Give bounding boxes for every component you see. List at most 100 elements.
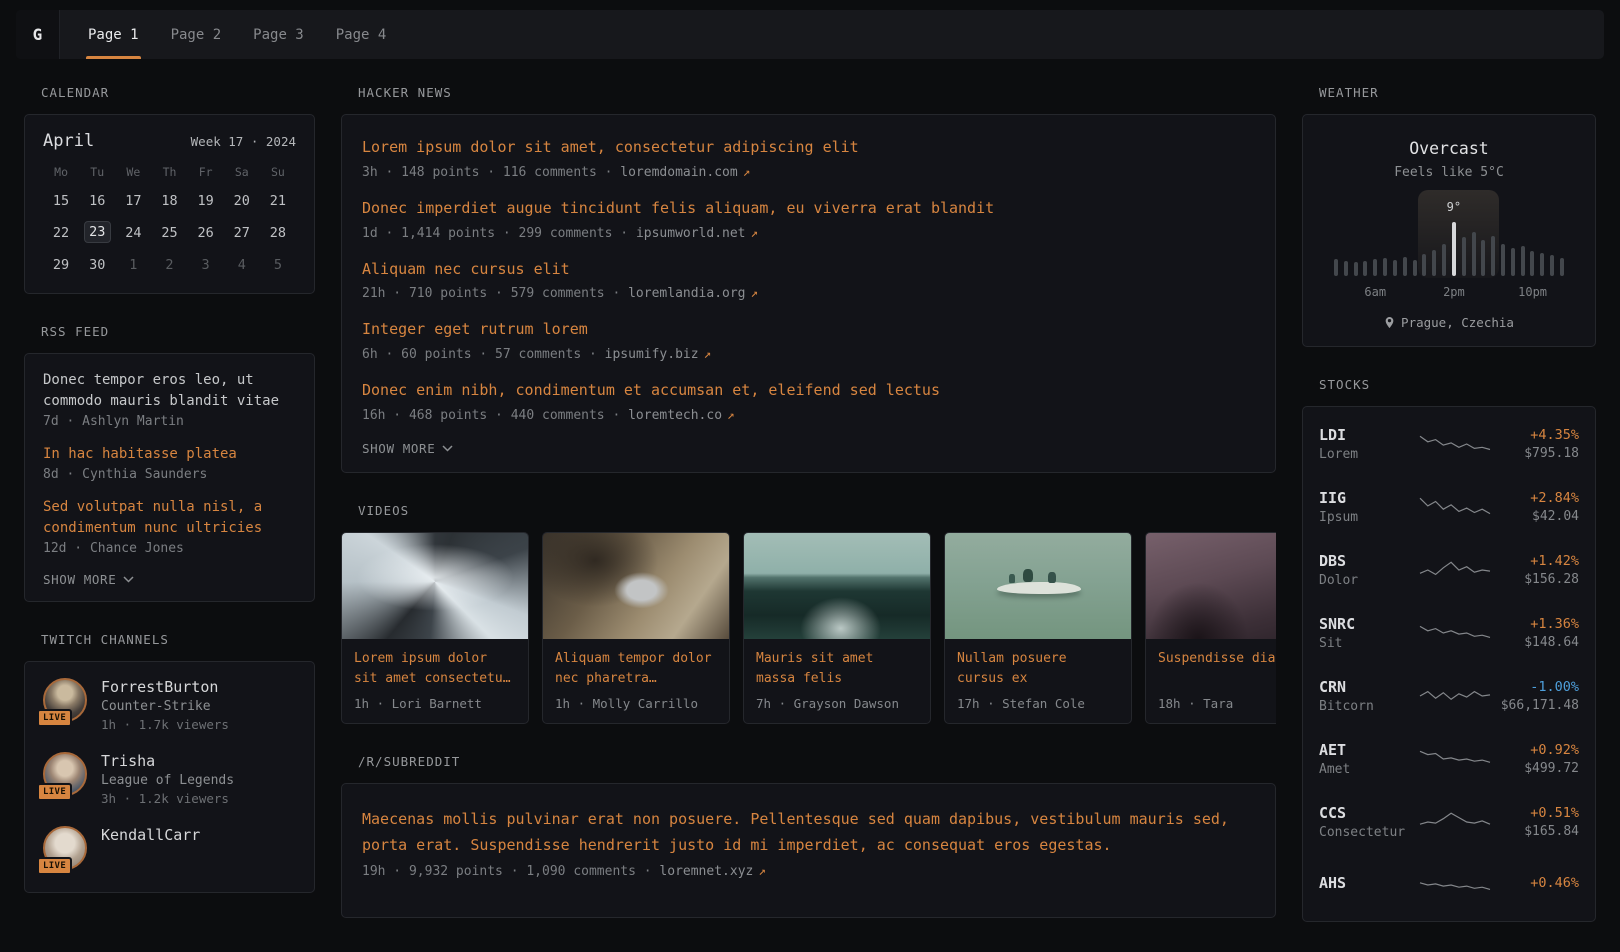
post-meta: 6h · 60 points · 57 comments · ipsumify.… — [362, 346, 1255, 362]
stock-ticker: AHS — [1319, 874, 1419, 892]
calendar-day: 21 — [264, 189, 291, 211]
stock-name: Amet — [1319, 762, 1419, 777]
post-title[interactable]: Maecenas mollis pulvinar erat non posuer… — [362, 810, 1229, 854]
post-meta-text: 21h · 710 points · 579 comments · — [362, 286, 628, 301]
page-tab[interactable]: Page 4 — [334, 10, 389, 59]
post-meta: 19h · 9,932 points · 1,090 comments · lo… — [362, 863, 1255, 879]
calendar-day: 5 — [264, 253, 291, 275]
weather-bar — [1344, 261, 1348, 276]
post-domain[interactable]: loremtech.co — [628, 408, 722, 423]
post-meta-text: 1d · 1,414 points · 299 comments · — [362, 226, 636, 241]
post-meta: 16h · 468 points · 440 comments · loremt… — [362, 407, 1255, 423]
rss-list: Donec tempor eros leo, ut commodo mauris… — [43, 370, 296, 556]
stock-row[interactable]: AHS +0.46% — [1319, 853, 1579, 916]
twitch-channel[interactable]: LIVE KendallCarr — [43, 826, 296, 870]
live-badge: LIVE — [37, 857, 72, 875]
video-card[interactable]: Aliquam tempor dolor nec pharetra… 1h · … — [542, 532, 730, 724]
video-card[interactable]: Mauris sit amet massa felis 7h · Grayson… — [743, 532, 931, 724]
stock-ticker: IIG — [1319, 489, 1419, 507]
calendar-day: 16 — [84, 189, 111, 211]
rss-show-more-button[interactable]: SHOW MORE — [43, 572, 134, 587]
video-title: Lorem ipsum dolor sit amet consectetu… — [354, 649, 516, 689]
rss-widget: RSS FEED Donec tempor eros leo, ut commo… — [24, 324, 315, 602]
app-logo[interactable]: G — [16, 10, 60, 59]
weather-bar — [1501, 244, 1505, 276]
calendar-day: 30 — [84, 253, 111, 275]
hackernews-widget: HACKER NEWS Lorem ipsum dolor sit amet, … — [341, 85, 1276, 473]
page-tab[interactable]: Page 1 — [86, 10, 141, 59]
weather-location: Prague, Czechia — [1401, 315, 1514, 330]
page-tab[interactable]: Page 2 — [169, 10, 224, 59]
calendar-day: 3 — [192, 253, 219, 275]
calendar-day: 25 — [156, 221, 183, 243]
post-domain[interactable]: ipsumify.biz — [605, 347, 699, 362]
calendar-day: 28 — [264, 221, 291, 243]
video-meta: 18h · Tara — [1158, 696, 1276, 711]
left-column: CALENDAR April Week 17 · 2024 MoTuWeThFr… — [24, 85, 315, 923]
weather-bar — [1363, 261, 1367, 276]
post-title[interactable]: Aliquam nec cursus elit — [362, 260, 570, 278]
stock-row[interactable]: CCS Consectetur +0.51% $165.84 — [1319, 790, 1579, 853]
video-list[interactable]: Lorem ipsum dolor sit amet consectetu… 1… — [341, 532, 1276, 724]
weather-condition: Overcast — [1323, 139, 1575, 158]
twitch-channel[interactable]: LIVE Trisha League of Legends 3h · 1.2k … — [43, 752, 296, 806]
stock-row[interactable]: DBS Dolor +1.42% $156.28 — [1319, 538, 1579, 601]
twitch-channel[interactable]: LIVE ForrestBurton Counter-Strike 1h · 1… — [43, 678, 296, 732]
stock-price: $165.84 — [1491, 824, 1579, 839]
stock-row[interactable]: LDI Lorem +4.35% $795.18 — [1319, 412, 1579, 475]
external-link-icon: ↗ — [704, 346, 712, 361]
video-card[interactable]: Suspendisse diam 18h · Tara — [1145, 532, 1276, 724]
video-meta: 7h · Grayson Dawson — [756, 696, 918, 711]
rss-item-title[interactable]: Sed volutpat nulla nisl, a condimentum n… — [43, 497, 296, 539]
chevron-down-icon — [442, 445, 453, 452]
page-tab[interactable]: Page 3 — [251, 10, 306, 59]
post-title[interactable]: Integer eget rutrum lorem — [362, 320, 588, 338]
weather-bar — [1373, 259, 1377, 276]
stock-sparkline-chart — [1419, 683, 1491, 709]
post-domain[interactable]: loremdomain.com — [620, 165, 737, 180]
weather-hourly-chart: 9° — [1331, 196, 1567, 276]
post-title[interactable]: Donec imperdiet augue tincidunt felis al… — [362, 199, 994, 217]
section-title-twitch: TWITCH CHANNELS — [24, 632, 315, 647]
stock-row[interactable]: AET Amet +0.92% $499.72 — [1319, 727, 1579, 790]
rss-item-title[interactable]: In hac habitasse platea — [43, 444, 296, 465]
stock-left: LDI Lorem — [1319, 426, 1419, 462]
stock-left: IIG Ipsum — [1319, 489, 1419, 525]
post-meta: 1d · 1,414 points · 299 comments · ipsum… — [362, 225, 1255, 241]
external-link-icon: ↗ — [743, 164, 751, 179]
rss-item-title[interactable]: Donec tempor eros leo, ut commodo mauris… — [43, 370, 296, 412]
post-item: Integer eget rutrum lorem 6h · 60 points… — [362, 319, 1255, 362]
video-card[interactable]: Nullam posuere cursus ex 17h · Stefan Co… — [944, 532, 1132, 724]
weather-bar — [1540, 253, 1544, 276]
post-title[interactable]: Donec enim nibh, condimentum et accumsan… — [362, 381, 940, 399]
post-domain[interactable]: loremnet.xyz — [659, 864, 753, 879]
stock-row[interactable]: IIG Ipsum +2.84% $42.04 — [1319, 475, 1579, 538]
post-domain[interactable]: ipsumworld.net — [636, 226, 746, 241]
twitch-widget: TWITCH CHANNELS LIVE ForrestBurton Count… — [24, 632, 315, 893]
weather-bar — [1511, 248, 1515, 276]
stock-row[interactable]: CRN Bitcorn -1.00% $66,171.48 — [1319, 664, 1579, 727]
section-title-weather: WEATHER — [1302, 85, 1596, 100]
calendar-day: 24 — [120, 221, 147, 243]
post-meta-text: 3h · 148 points · 116 comments · — [362, 165, 620, 180]
weather-bar — [1422, 254, 1426, 276]
weather-bar — [1354, 262, 1358, 276]
post-title[interactable]: Lorem ipsum dolor sit amet, consectetur … — [362, 138, 859, 156]
stock-price: $42.04 — [1491, 509, 1579, 524]
stock-price: $499.72 — [1491, 761, 1579, 776]
calendar-widget: CALENDAR April Week 17 · 2024 MoTuWeThFr… — [24, 85, 315, 294]
post-domain[interactable]: loremlandia.org — [628, 286, 745, 301]
video-body: Lorem ipsum dolor sit amet consectetu… 1… — [342, 639, 528, 723]
stock-name: Dolor — [1319, 573, 1419, 588]
video-card[interactable]: Lorem ipsum dolor sit amet consectetu… 1… — [341, 532, 529, 724]
stock-sparkline-chart — [1419, 872, 1491, 898]
avatar-wrap: LIVE — [43, 826, 87, 870]
stock-row[interactable]: SNRC Sit +1.36% $148.64 — [1319, 601, 1579, 664]
video-body: Nullam posuere cursus ex 17h · Stefan Co… — [945, 639, 1131, 723]
hn-show-more-button[interactable]: SHOW MORE — [362, 441, 453, 456]
weather-hour-label: 2pm — [1443, 285, 1465, 299]
avatar-wrap: LIVE — [43, 678, 87, 722]
stock-price: $148.64 — [1491, 635, 1579, 650]
weather-peak-temp: 9° — [1447, 200, 1461, 214]
post-meta-text: 19h · 9,932 points · 1,090 comments · — [362, 864, 659, 879]
